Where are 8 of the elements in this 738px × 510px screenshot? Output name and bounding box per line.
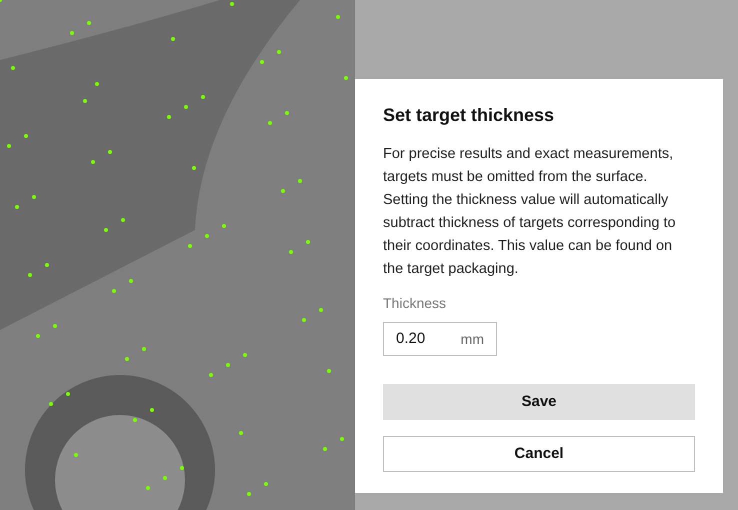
thickness-input[interactable]: 0.20 mm bbox=[383, 322, 497, 356]
field-label: Thickness bbox=[383, 294, 448, 313]
thickness-value: 0.20 bbox=[396, 328, 426, 349]
unit-label: mm bbox=[460, 330, 484, 348]
dialog-title: Set target thickness bbox=[383, 104, 556, 127]
dialog-description: For precise results and exact measurements, targets must be omitted from the surface. Setting the thickness value will automatically subtract thickness of targets corresponding to their coordinates. This value can be found on the target packaging. bbox=[383, 145, 677, 279]
cancel-button[interactable]: Cancel bbox=[383, 436, 695, 472]
save-button[interactable]: Save bbox=[383, 384, 695, 420]
